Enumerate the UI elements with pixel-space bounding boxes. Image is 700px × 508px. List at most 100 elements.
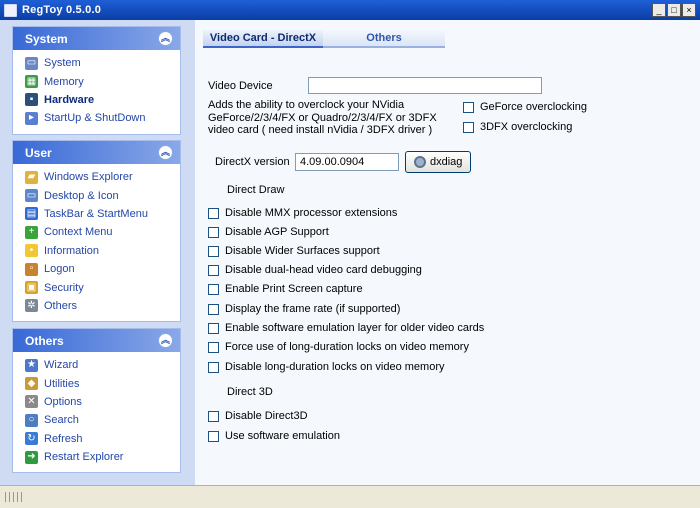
sidebar-item-restart-explorer[interactable]: ➜ Restart Explorer (25, 448, 180, 466)
sidebar-item-wizard[interactable]: ★ Wizard (25, 356, 180, 374)
plus-icon: + (25, 225, 38, 239)
memory-chip-icon: ▦ (25, 75, 38, 89)
checkbox-box[interactable] (463, 121, 474, 133)
checkbox-label: GeForce overclocking (480, 101, 587, 113)
sidebar-item-label: Restart Explorer (44, 451, 124, 464)
dxdiag-button[interactable]: dxdiag (405, 151, 471, 173)
panel-system-header[interactable]: System ︽ (13, 27, 180, 50)
option-disable-direct3d[interactable]: Disable Direct3D (208, 410, 308, 422)
checkbox-box[interactable] (208, 207, 219, 219)
minimize-button[interactable]: _ (652, 3, 666, 17)
status-bar (0, 485, 700, 508)
checkbox-box[interactable] (208, 303, 219, 315)
gear-icon: ✲ (25, 299, 38, 313)
checkbox-box[interactable] (208, 322, 219, 334)
directx-version-label: DirectX version (215, 156, 290, 168)
tab-others[interactable]: Others (323, 30, 445, 48)
resize-grip-icon[interactable] (5, 492, 23, 502)
gear-icon (414, 156, 426, 168)
checkbox-label: Disable Direct3D (225, 410, 308, 422)
sidebar-item-label: Information (44, 244, 100, 257)
lightbulb-icon: • (25, 244, 38, 258)
sidebar-item-taskbar-startmenu[interactable]: ▤ TaskBar & StartMenu (25, 205, 180, 223)
collapse-icon[interactable]: ︽ (158, 333, 173, 348)
sidebar-item-desktop-icon[interactable]: ▭ Desktop & Icon (25, 186, 180, 204)
sidebar-item-startup-shutdown[interactable]: ▸ StartUp & ShutDown (25, 109, 180, 127)
sidebar-item-utilities[interactable]: ◆ Utilities (25, 374, 180, 392)
collapse-icon[interactable]: ︽ (158, 145, 173, 160)
checkbox-box[interactable] (208, 341, 219, 353)
option-use-software-emulation[interactable]: Use software emulation (208, 430, 340, 442)
panel-user-title: User (25, 145, 52, 160)
sidebar-item-windows-explorer[interactable]: ▰ Windows Explorer (25, 168, 180, 186)
checkbox-box[interactable] (208, 410, 219, 422)
wizard-icon: ★ (25, 358, 38, 372)
sidebar-item-label: Memory (44, 75, 84, 88)
direct-draw-heading: Direct Draw (227, 184, 285, 196)
sidebar-item-label: Others (44, 299, 78, 312)
option-disable-wider-surfaces[interactable]: Disable Wider Surfaces support (208, 245, 380, 257)
sidebar: System ︽ ▭ System ▦ Memory ▪ Hardware ▸ Star… (0, 20, 195, 485)
maximize-button[interactable]: □ (667, 3, 681, 17)
checkbox-label: Use software emulation (225, 430, 340, 442)
taskbar-icon: ▤ (25, 207, 38, 221)
directx-version-field[interactable]: 4.09.00.0904 (295, 153, 399, 171)
checkbox-label: Force use of long-duration locks on vide… (225, 341, 469, 353)
sidebar-item-security[interactable]: ▣ Security (25, 278, 180, 296)
checkbox-box[interactable] (463, 101, 474, 113)
sidebar-item-label: StartUp & ShutDown (44, 112, 146, 125)
sidebar-item-label: Security (44, 281, 84, 294)
startup-icon: ▸ (25, 111, 38, 125)
checkbox-box[interactable] (208, 226, 219, 238)
sidebar-item-search[interactable]: ○ Search (25, 411, 180, 429)
sidebar-item-context-menu[interactable]: + Context Menu (25, 223, 180, 241)
sidebar-item-options[interactable]: ✕ Options (25, 393, 180, 411)
refresh-icon: ↻ (25, 432, 38, 446)
close-button[interactable]: × (682, 3, 696, 17)
checkbox-box[interactable] (208, 430, 219, 442)
direct-3d-heading: Direct 3D (227, 386, 273, 398)
title-bar: RegToy 0.5.0.0 _ □ × (0, 0, 700, 20)
checkbox-box[interactable] (208, 245, 219, 257)
sidebar-item-memory[interactable]: ▦ Memory (25, 72, 180, 90)
sidebar-item-information[interactable]: • Information (25, 242, 180, 260)
sidebar-item-label: Options (44, 395, 82, 408)
option-software-emulation-layer[interactable]: Enable software emulation layer for olde… (208, 322, 484, 334)
hardware-board-icon: ▪ (25, 93, 38, 107)
geforce-overclocking-checkbox[interactable]: GeForce overclocking (463, 101, 587, 113)
panel-system: System ︽ ▭ System ▦ Memory ▪ Hardware ▸ Star… (12, 26, 181, 135)
sidebar-item-others[interactable]: ✲ Others (25, 297, 180, 315)
option-display-frame-rate[interactable]: Display the frame rate (if supported) (208, 303, 400, 315)
sidebar-item-label: Utilities (44, 377, 80, 390)
3dfx-overclocking-checkbox[interactable]: 3DFX overclocking (463, 121, 572, 133)
sidebar-item-system[interactable]: ▭ System (25, 54, 180, 72)
panel-system-title: System (25, 31, 68, 46)
option-force-long-duration-locks[interactable]: Force use of long-duration locks on vide… (208, 341, 469, 353)
sidebar-item-refresh[interactable]: ↻ Refresh (25, 430, 180, 448)
checkbox-box[interactable] (208, 361, 219, 373)
panel-user-header[interactable]: User ︽ (13, 141, 180, 164)
sidebar-item-hardware[interactable]: ▪ Hardware (25, 91, 180, 109)
option-enable-print-screen[interactable]: Enable Print Screen capture (208, 283, 363, 295)
checkbox-box[interactable] (208, 283, 219, 295)
collapse-icon[interactable]: ︽ (158, 31, 173, 46)
option-disable-dual-head-debugging[interactable]: Disable dual-head video card debugging (208, 264, 422, 276)
monitor-icon: ▭ (25, 56, 38, 70)
sidebar-item-label: Logon (44, 263, 75, 276)
sidebar-item-logon[interactable]: ▫ Logon (25, 260, 180, 278)
panel-others-header[interactable]: Others ︽ (13, 329, 180, 352)
video-device-field[interactable] (308, 77, 542, 94)
explorer-folder-icon: ▰ (25, 170, 38, 184)
tab-video-card-directx[interactable]: Video Card - DirectX (203, 30, 323, 48)
sidebar-item-label: Desktop & Icon (44, 189, 119, 202)
restart-arrow-icon: ➜ (25, 450, 38, 464)
option-disable-agp[interactable]: Disable AGP Support (208, 226, 329, 238)
checkbox-box[interactable] (208, 264, 219, 276)
video-device-description: Adds the ability to overclock your NVidi… (208, 99, 437, 136)
checkbox-label: 3DFX overclocking (480, 121, 573, 133)
option-disable-mmx[interactable]: Disable MMX processor extensions (208, 207, 397, 219)
option-disable-long-duration-locks[interactable]: Disable long-duration locks on video mem… (208, 361, 445, 373)
sidebar-item-label: Context Menu (44, 226, 113, 239)
checkbox-label: Disable dual-head video card debugging (225, 264, 422, 276)
video-device-label: Video Device (208, 80, 273, 92)
